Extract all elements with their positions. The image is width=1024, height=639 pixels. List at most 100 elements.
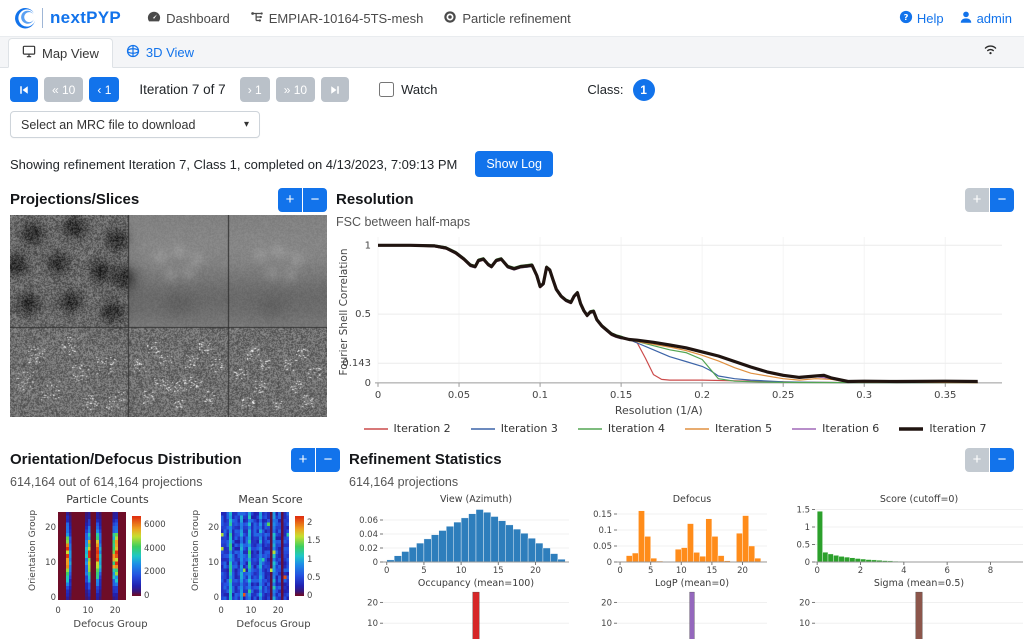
chevron-down-icon: ▾: [244, 119, 249, 130]
heatmap-xticks: 01020: [16, 606, 171, 617]
project-nodes-icon: [250, 10, 264, 27]
x-tick: 20: [273, 606, 284, 616]
defocus-histogram: 00.050.10.1505101520Defocus: [583, 493, 775, 575]
svg-text:0.15: 0.15: [593, 510, 612, 520]
svg-text:0: 0: [607, 558, 612, 568]
back-1-button[interactable]: ‹ 1: [89, 77, 119, 102]
svg-text:0: 0: [814, 566, 819, 575]
svg-text:?: ?: [903, 12, 908, 22]
svg-text:8: 8: [988, 566, 993, 575]
svg-text:Fourier Shell Correlation: Fourier Shell Correlation: [338, 249, 350, 376]
svg-text:0.25: 0.25: [772, 390, 794, 401]
statistics-shrink-button[interactable]: −: [990, 448, 1014, 472]
tab-map-view[interactable]: Map View: [8, 38, 113, 68]
svg-text:1: 1: [365, 240, 371, 251]
svg-text:1.5: 1.5: [796, 506, 810, 516]
legend-item: Iteration 3: [471, 422, 558, 435]
svg-text:15: 15: [493, 566, 504, 575]
brand[interactable]: nextPYP: [12, 4, 121, 33]
dashboard-icon: [147, 10, 161, 27]
svg-text:Sigma (mean=0.5): Sigma (mean=0.5): [874, 578, 964, 589]
legend-label: Iteration 6: [822, 422, 879, 435]
y-tick: 10: [45, 558, 56, 568]
watch-toggle[interactable]: Watch: [379, 82, 437, 97]
nav-item-block[interactable]: Particle refinement: [443, 10, 570, 27]
projections-enlarge-button[interactable]: +: [278, 188, 302, 212]
svg-text:0: 0: [375, 390, 381, 401]
heatmap-body: Orientation Group010200200040006000: [16, 506, 171, 606]
colorbar-tick: 0: [144, 591, 149, 601]
projections-size-controls: + −: [278, 188, 327, 212]
legend-swatch: [685, 426, 709, 432]
tab-3d-view[interactable]: 3D View: [113, 38, 207, 67]
projections-shrink-button[interactable]: −: [303, 188, 327, 212]
distribution-size-controls: + −: [291, 448, 340, 472]
svg-text:0.15: 0.15: [610, 390, 632, 401]
heatmap-xlabel: Defocus Group: [16, 619, 171, 630]
y-tick: 0: [51, 593, 56, 603]
svg-text:View (Azimuth): View (Azimuth): [440, 494, 512, 505]
nav-item-project[interactable]: EMPIAR-10164-5TS-mesh: [250, 10, 424, 27]
mrc-file-select[interactable]: Select an MRC file to download ▾: [10, 111, 260, 138]
tab-3d-view-label: 3D View: [146, 45, 194, 60]
svg-text:0.1: 0.1: [532, 390, 548, 401]
svg-text:LogP (mean=0): LogP (mean=0): [655, 578, 729, 589]
svg-text:10: 10: [367, 619, 378, 629]
svg-text:Occupancy (mean=100): Occupancy (mean=100): [418, 578, 534, 589]
x-tick: 10: [83, 606, 94, 616]
svg-text:2: 2: [858, 566, 863, 575]
svg-text:0: 0: [365, 378, 371, 389]
projections-title: Projections/Slices: [10, 191, 139, 208]
user-icon: [959, 10, 973, 27]
svg-text:0.05: 0.05: [448, 390, 470, 401]
distribution-title: Orientation/Defocus Distribution: [10, 451, 242, 468]
svg-text:10: 10: [676, 566, 687, 575]
resolution-enlarge-button[interactable]: +: [965, 188, 989, 212]
user-menu[interactable]: admin: [959, 10, 1012, 27]
mean-score-heatmap: Mean ScoreOrientation Group0102000.511.5…: [179, 493, 334, 639]
svg-text:20: 20: [530, 566, 541, 575]
particle-counts-heatmap: Particle CountsOrientation Group01020020…: [16, 493, 171, 639]
fsc-legend: Iteration 2Iteration 3Iteration 4Iterati…: [336, 422, 1014, 435]
colorbar-tick: 2000: [144, 567, 166, 577]
statistics-subtitle: 614,164 projections: [349, 475, 1014, 489]
heatmap-row: Particle CountsOrientation Group01020020…: [10, 493, 340, 639]
help-link[interactable]: ? Help: [899, 10, 944, 27]
distribution-enlarge-button[interactable]: +: [291, 448, 315, 472]
forward-10-button[interactable]: » 10: [276, 77, 315, 102]
resolution-shrink-button[interactable]: −: [990, 188, 1014, 212]
help-icon: ?: [899, 10, 913, 27]
projections-slices-image[interactable]: [10, 215, 327, 417]
class-1-badge[interactable]: 1: [633, 79, 655, 101]
svg-text:20: 20: [799, 598, 810, 608]
heatmap-xlabel: Defocus Group: [179, 619, 334, 630]
svg-text:0.5: 0.5: [796, 541, 810, 551]
colorbar-tick: 6000: [144, 520, 166, 530]
svg-text:Score (cutoff=0): Score (cutoff=0): [880, 494, 958, 505]
watch-checkbox[interactable]: [379, 82, 394, 97]
heatmap-canvas: [221, 512, 289, 600]
back-10-button[interactable]: « 10: [44, 77, 83, 102]
navbar-right: ? Help admin: [899, 10, 1012, 27]
heatmap-title: Particle Counts: [16, 493, 171, 506]
show-log-button[interactable]: Show Log: [475, 151, 553, 177]
legend-item: Iteration 7: [899, 422, 986, 435]
iteration-controls: « 10 ‹ 1 Iteration 7 of 7 › 1 » 10 Watch…: [10, 77, 1014, 102]
y-tick: 20: [45, 523, 56, 533]
statistics-title: Refinement Statistics: [349, 451, 502, 468]
nav-item-dashboard[interactable]: Dashboard: [147, 10, 230, 27]
first-iteration-button[interactable]: [10, 77, 38, 102]
distribution-shrink-button[interactable]: −: [316, 448, 340, 472]
last-iteration-button[interactable]: [321, 77, 349, 102]
sigma-histogram: 0102000.51Sigma (mean=0.5): [781, 577, 1024, 639]
y-tick: 10: [208, 558, 219, 568]
colorbar-tick: 1: [307, 555, 312, 565]
class-label: Class:: [587, 82, 623, 97]
statistics-enlarge-button[interactable]: +: [965, 448, 989, 472]
nav-item-label: Dashboard: [166, 11, 230, 26]
forward-1-button[interactable]: › 1: [240, 77, 270, 102]
user-label: admin: [977, 11, 1012, 26]
svg-text:0.02: 0.02: [359, 544, 378, 554]
resolution-title: Resolution: [336, 191, 414, 208]
live-status-icon[interactable]: [983, 43, 998, 58]
